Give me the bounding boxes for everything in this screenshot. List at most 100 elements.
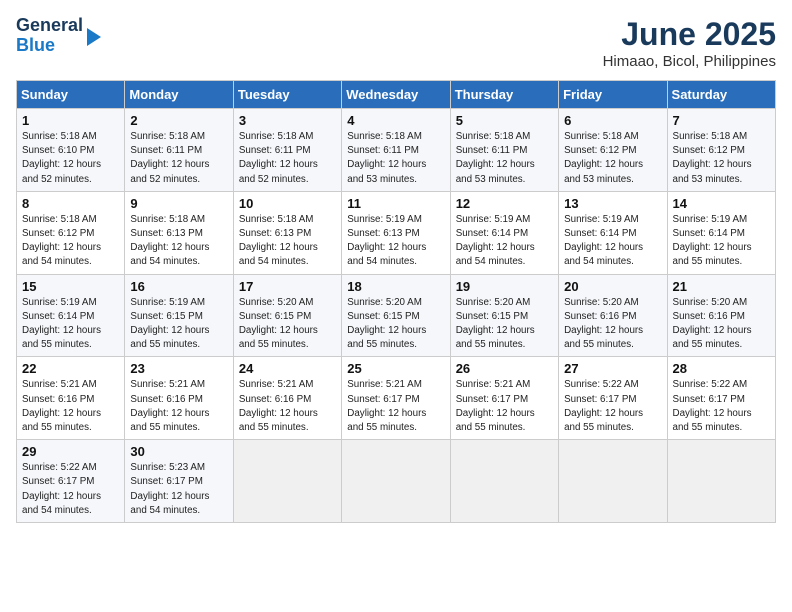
- day-number: 25: [347, 361, 444, 376]
- table-row: 14 Sunrise: 5:19 AMSunset: 6:14 PMDaylig…: [667, 191, 775, 274]
- table-row: 24 Sunrise: 5:21 AMSunset: 6:16 PMDaylig…: [233, 357, 341, 440]
- day-number: 14: [673, 196, 770, 211]
- calendar-header-row: Sunday Monday Tuesday Wednesday Thursday…: [17, 81, 776, 109]
- day-info: Sunrise: 5:23 AMSunset: 6:17 PMDaylight:…: [130, 462, 209, 516]
- table-row: [233, 440, 341, 523]
- logo: GeneralBlue: [16, 16, 101, 56]
- day-number: 1: [22, 113, 119, 128]
- day-number: 30: [130, 444, 227, 459]
- day-info: Sunrise: 5:21 AMSunset: 6:17 PMDaylight:…: [347, 379, 426, 433]
- day-info: Sunrise: 5:18 AMSunset: 6:13 PMDaylight:…: [239, 214, 318, 268]
- table-row: 2 Sunrise: 5:18 AMSunset: 6:11 PMDayligh…: [125, 109, 233, 192]
- day-number: 22: [22, 361, 119, 376]
- table-row: [450, 440, 558, 523]
- day-number: 18: [347, 279, 444, 294]
- col-wednesday: Wednesday: [342, 81, 450, 109]
- day-number: 9: [130, 196, 227, 211]
- col-monday: Monday: [125, 81, 233, 109]
- table-row: 25 Sunrise: 5:21 AMSunset: 6:17 PMDaylig…: [342, 357, 450, 440]
- day-info: Sunrise: 5:20 AMSunset: 6:15 PMDaylight:…: [347, 297, 426, 351]
- day-number: 17: [239, 279, 336, 294]
- day-number: 8: [22, 196, 119, 211]
- table-row: 19 Sunrise: 5:20 AMSunset: 6:15 PMDaylig…: [450, 274, 558, 357]
- table-row: 29 Sunrise: 5:22 AMSunset: 6:17 PMDaylig…: [17, 440, 125, 523]
- day-info: Sunrise: 5:19 AMSunset: 6:15 PMDaylight:…: [130, 297, 209, 351]
- day-info: Sunrise: 5:20 AMSunset: 6:15 PMDaylight:…: [239, 297, 318, 351]
- table-row: 15 Sunrise: 5:19 AMSunset: 6:14 PMDaylig…: [17, 274, 125, 357]
- table-row: 8 Sunrise: 5:18 AMSunset: 6:12 PMDayligh…: [17, 191, 125, 274]
- day-info: Sunrise: 5:22 AMSunset: 6:17 PMDaylight:…: [22, 462, 101, 516]
- table-row: 12 Sunrise: 5:19 AMSunset: 6:14 PMDaylig…: [450, 191, 558, 274]
- day-info: Sunrise: 5:18 AMSunset: 6:10 PMDaylight:…: [22, 131, 101, 185]
- day-number: 26: [456, 361, 553, 376]
- table-row: [559, 440, 667, 523]
- col-tuesday: Tuesday: [233, 81, 341, 109]
- day-number: 5: [456, 113, 553, 128]
- table-row: 1 Sunrise: 5:18 AMSunset: 6:10 PMDayligh…: [17, 109, 125, 192]
- day-info: Sunrise: 5:22 AMSunset: 6:17 PMDaylight:…: [564, 379, 643, 433]
- day-number: 12: [456, 196, 553, 211]
- col-sunday: Sunday: [17, 81, 125, 109]
- day-number: 20: [564, 279, 661, 294]
- table-row: 6 Sunrise: 5:18 AMSunset: 6:12 PMDayligh…: [559, 109, 667, 192]
- table-row: 9 Sunrise: 5:18 AMSunset: 6:13 PMDayligh…: [125, 191, 233, 274]
- day-number: 15: [22, 279, 119, 294]
- day-info: Sunrise: 5:18 AMSunset: 6:12 PMDaylight:…: [564, 131, 643, 185]
- day-info: Sunrise: 5:18 AMSunset: 6:11 PMDaylight:…: [239, 131, 318, 185]
- table-row: 28 Sunrise: 5:22 AMSunset: 6:17 PMDaylig…: [667, 357, 775, 440]
- day-info: Sunrise: 5:19 AMSunset: 6:14 PMDaylight:…: [564, 214, 643, 268]
- table-row: [667, 440, 775, 523]
- table-row: 23 Sunrise: 5:21 AMSunset: 6:16 PMDaylig…: [125, 357, 233, 440]
- logo-arrow-icon: [87, 28, 101, 46]
- day-info: Sunrise: 5:18 AMSunset: 6:11 PMDaylight:…: [347, 131, 426, 185]
- table-row: 27 Sunrise: 5:22 AMSunset: 6:17 PMDaylig…: [559, 357, 667, 440]
- day-number: 13: [564, 196, 661, 211]
- day-info: Sunrise: 5:18 AMSunset: 6:11 PMDaylight:…: [456, 131, 535, 185]
- day-info: Sunrise: 5:19 AMSunset: 6:14 PMDaylight:…: [22, 297, 101, 351]
- day-info: Sunrise: 5:21 AMSunset: 6:16 PMDaylight:…: [22, 379, 101, 433]
- table-row: 16 Sunrise: 5:19 AMSunset: 6:15 PMDaylig…: [125, 274, 233, 357]
- day-number: 2: [130, 113, 227, 128]
- table-row: [342, 440, 450, 523]
- day-info: Sunrise: 5:18 AMSunset: 6:12 PMDaylight:…: [673, 131, 752, 185]
- table-row: 4 Sunrise: 5:18 AMSunset: 6:11 PMDayligh…: [342, 109, 450, 192]
- day-number: 4: [347, 113, 444, 128]
- table-row: 10 Sunrise: 5:18 AMSunset: 6:13 PMDaylig…: [233, 191, 341, 274]
- table-row: 3 Sunrise: 5:18 AMSunset: 6:11 PMDayligh…: [233, 109, 341, 192]
- table-row: 7 Sunrise: 5:18 AMSunset: 6:12 PMDayligh…: [667, 109, 775, 192]
- table-row: 18 Sunrise: 5:20 AMSunset: 6:15 PMDaylig…: [342, 274, 450, 357]
- day-number: 10: [239, 196, 336, 211]
- calendar-subtitle: Himaao, Bicol, Philippines: [603, 53, 776, 70]
- day-info: Sunrise: 5:22 AMSunset: 6:17 PMDaylight:…: [673, 379, 752, 433]
- table-row: 21 Sunrise: 5:20 AMSunset: 6:16 PMDaylig…: [667, 274, 775, 357]
- table-row: 11 Sunrise: 5:19 AMSunset: 6:13 PMDaylig…: [342, 191, 450, 274]
- day-info: Sunrise: 5:21 AMSunset: 6:17 PMDaylight:…: [456, 379, 535, 433]
- logo-text: GeneralBlue: [16, 16, 83, 56]
- calendar-title: June 2025: [603, 16, 776, 53]
- day-number: 23: [130, 361, 227, 376]
- col-thursday: Thursday: [450, 81, 558, 109]
- table-row: 26 Sunrise: 5:21 AMSunset: 6:17 PMDaylig…: [450, 357, 558, 440]
- table-row: 20 Sunrise: 5:20 AMSunset: 6:16 PMDaylig…: [559, 274, 667, 357]
- calendar-table: Sunday Monday Tuesday Wednesday Thursday…: [16, 80, 776, 523]
- col-friday: Friday: [559, 81, 667, 109]
- day-number: 6: [564, 113, 661, 128]
- calendar-row: 15 Sunrise: 5:19 AMSunset: 6:14 PMDaylig…: [17, 274, 776, 357]
- day-info: Sunrise: 5:19 AMSunset: 6:14 PMDaylight:…: [673, 214, 752, 268]
- day-info: Sunrise: 5:18 AMSunset: 6:11 PMDaylight:…: [130, 131, 209, 185]
- day-number: 3: [239, 113, 336, 128]
- day-number: 27: [564, 361, 661, 376]
- day-info: Sunrise: 5:19 AMSunset: 6:14 PMDaylight:…: [456, 214, 535, 268]
- calendar-row: 8 Sunrise: 5:18 AMSunset: 6:12 PMDayligh…: [17, 191, 776, 274]
- day-number: 19: [456, 279, 553, 294]
- day-info: Sunrise: 5:18 AMSunset: 6:12 PMDaylight:…: [22, 214, 101, 268]
- calendar-row: 1 Sunrise: 5:18 AMSunset: 6:10 PMDayligh…: [17, 109, 776, 192]
- day-number: 11: [347, 196, 444, 211]
- calendar-row: 29 Sunrise: 5:22 AMSunset: 6:17 PMDaylig…: [17, 440, 776, 523]
- day-info: Sunrise: 5:18 AMSunset: 6:13 PMDaylight:…: [130, 214, 209, 268]
- table-row: 5 Sunrise: 5:18 AMSunset: 6:11 PMDayligh…: [450, 109, 558, 192]
- day-info: Sunrise: 5:20 AMSunset: 6:16 PMDaylight:…: [564, 297, 643, 351]
- day-number: 24: [239, 361, 336, 376]
- day-number: 28: [673, 361, 770, 376]
- day-info: Sunrise: 5:20 AMSunset: 6:16 PMDaylight:…: [673, 297, 752, 351]
